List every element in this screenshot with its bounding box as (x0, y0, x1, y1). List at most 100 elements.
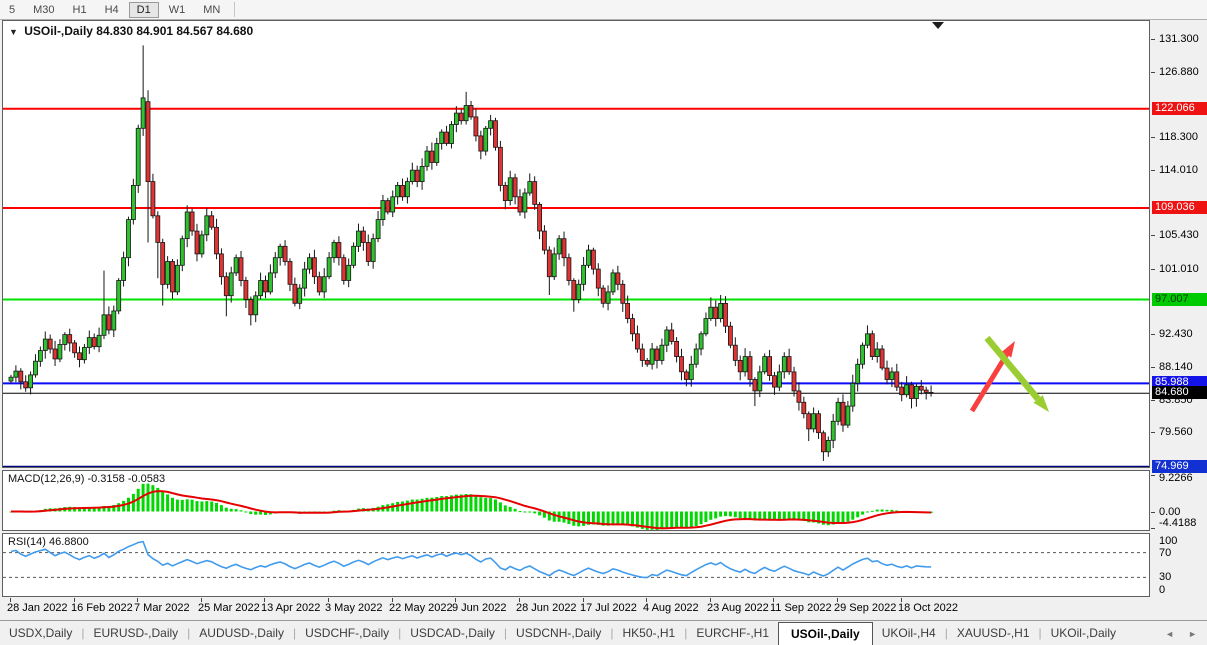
candle (278, 244, 282, 266)
candle (430, 143, 434, 170)
candle (117, 278, 121, 314)
tab-EURUSD-Daily[interactable]: EURUSD-,Daily (84, 621, 187, 645)
candle (856, 359, 860, 392)
price-tick-label: 131.300 (1159, 33, 1199, 45)
candle (317, 272, 321, 296)
date-axis[interactable]: 28 Jan 202216 Feb 20227 Mar 202225 Mar 2… (2, 598, 1150, 618)
timeframe-button-M30[interactable]: M30 (25, 2, 62, 18)
candle (694, 344, 698, 368)
date-label: 16 Feb 2022 (71, 602, 133, 614)
candle (557, 235, 561, 260)
candle (650, 343, 654, 370)
candle (215, 219, 219, 259)
tab-scroll-right-icon[interactable]: ► (1188, 629, 1197, 639)
macd-histogram (10, 484, 933, 530)
price-tick-label: 105.430 (1159, 229, 1199, 241)
candle (53, 341, 57, 366)
candle (616, 266, 620, 290)
price-tick-label: 101.010 (1159, 263, 1199, 275)
candle (655, 346, 659, 369)
candle (420, 158, 424, 190)
candle (562, 232, 566, 267)
candle (885, 361, 889, 385)
timeframe-button-H4[interactable]: H4 (97, 2, 127, 18)
tab-EURCHF-H1[interactable]: EURCHF-,H1 (687, 621, 778, 645)
candle (572, 278, 576, 312)
candle (699, 331, 703, 355)
price-tick-label: 92.430 (1159, 328, 1193, 340)
price-tick-label: 126.880 (1159, 66, 1199, 78)
candle (817, 410, 821, 439)
candle (782, 352, 786, 378)
candle (914, 384, 918, 407)
tab-UKOil-Daily[interactable]: UKOil-,Daily (1042, 621, 1125, 645)
candle (596, 263, 600, 296)
price-tick (1151, 432, 1155, 433)
candle (851, 375, 855, 412)
candle (591, 248, 595, 275)
date-label: 13 Apr 2022 (261, 602, 320, 614)
candle (787, 349, 791, 375)
candle (303, 262, 307, 297)
tab-HK50-H1[interactable]: HK50-,H1 (614, 621, 685, 645)
timeframe-button-W1[interactable]: W1 (161, 2, 194, 18)
candle (259, 273, 263, 300)
candle (861, 343, 865, 369)
candle (405, 178, 409, 204)
tab-UKOil-H4[interactable]: UKOil-,H4 (873, 621, 945, 645)
candle (244, 277, 248, 308)
red-up-arrow[interactable] (972, 341, 1015, 411)
candle (410, 163, 414, 185)
candle (542, 225, 546, 254)
candle (866, 325, 870, 348)
price-tick (1151, 137, 1155, 138)
macd-label: MACD(12,26,9) -0.3158 -0.0583 (8, 473, 165, 485)
tab-USDX-Daily[interactable]: USDX,Daily (0, 621, 81, 645)
symbol-dropdown-icon[interactable]: ▼ (9, 27, 18, 37)
candle (831, 414, 835, 448)
candle (533, 176, 537, 210)
candle (875, 342, 879, 363)
tab-USDCNH-Daily[interactable]: USDCNH-,Daily (507, 621, 610, 645)
candle (352, 242, 356, 268)
chart-title: ▼ USOil-,Daily 84.830 84.901 84.567 84.6… (9, 24, 253, 38)
timeframe-button-5[interactable]: 5 (1, 2, 23, 18)
timeframe-button-H1[interactable]: H1 (65, 2, 95, 18)
macd-tick-label: 9.2266 (1159, 472, 1193, 484)
chart-shift-marker-icon[interactable] (932, 22, 944, 29)
candle (48, 335, 52, 354)
candle (836, 398, 840, 426)
candle (34, 354, 38, 378)
price-axis[interactable]: 131.300126.880118.300114.010105.430101.0… (1151, 20, 1207, 598)
candle (665, 326, 669, 352)
candle (425, 146, 429, 171)
tab-USOil-Daily[interactable]: USOil-,Daily (778, 622, 873, 645)
candle (513, 174, 517, 205)
candle (268, 264, 272, 294)
candle (273, 252, 277, 278)
rsi-tick-label: 100 (1159, 535, 1177, 547)
candle (895, 364, 899, 391)
candle (587, 245, 591, 268)
tab-XAUUSD-H1[interactable]: XAUUSD-,H1 (948, 621, 1039, 645)
tab-scroll-left-icon[interactable]: ◄ (1165, 629, 1174, 639)
macd-indicator-panel: MACD(12,26,9) -0.3158 -0.0583 (2, 470, 1150, 531)
candle (508, 171, 512, 206)
candle (112, 306, 116, 337)
chart-ohlc-readout: 84.830 84.901 84.567 84.680 (96, 24, 253, 38)
rsi-line (11, 542, 931, 578)
timeframe-button-D1[interactable]: D1 (129, 2, 159, 18)
date-label: 29 Sep 2022 (834, 602, 896, 614)
candle (254, 291, 258, 322)
tab-USDCHF-Daily[interactable]: USDCHF-,Daily (296, 621, 398, 645)
candle (792, 367, 796, 397)
date-label: 11 Sep 2022 (770, 602, 832, 614)
candle (19, 368, 23, 389)
tab-USDCAD-Daily[interactable]: USDCAD-,Daily (401, 621, 504, 645)
tab-AUDUSD-Daily[interactable]: AUDUSD-,Daily (190, 621, 293, 645)
candle (498, 141, 502, 192)
candle (474, 109, 478, 142)
candle (709, 297, 713, 321)
timeframe-toolbar: 5M30H1H4D1W1MN (0, 0, 1207, 20)
timeframe-button-MN[interactable]: MN (195, 2, 228, 18)
